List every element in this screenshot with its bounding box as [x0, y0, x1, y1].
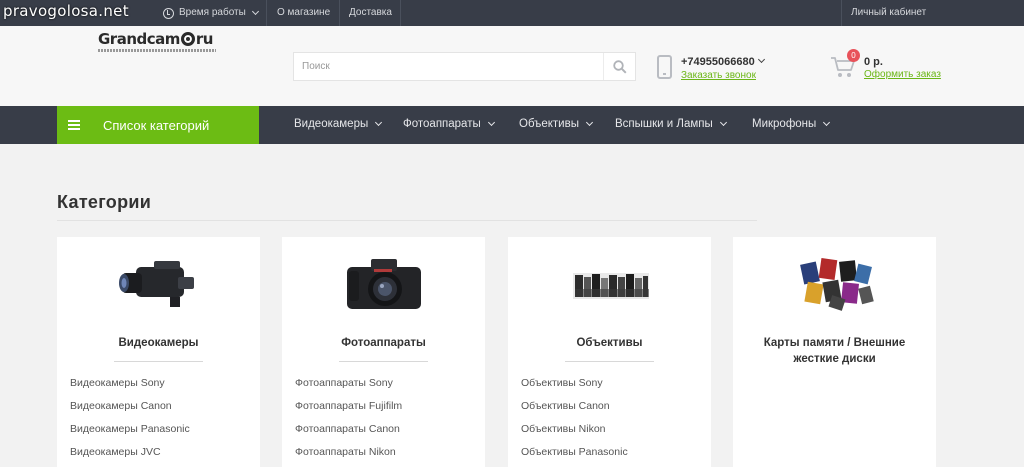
nav-item-cameras[interactable]: Фотоаппараты	[403, 118, 495, 130]
videocamera-image	[118, 261, 194, 307]
subcategory-link[interactable]: Объективы Sony	[521, 377, 603, 389]
clock-icon	[163, 7, 174, 19]
title-underline	[339, 361, 428, 362]
working-hours-dropdown[interactable]: Время работы	[163, 0, 259, 26]
subcategory-link[interactable]: Видеокамеры Sony	[70, 377, 165, 389]
category-card-cameras[interactable]: Фотоаппараты Фотоаппараты Sony Фотоаппар…	[282, 237, 485, 467]
category-title[interactable]: Фотоаппараты	[282, 335, 485, 351]
site-logo[interactable]: Grandcam ru	[98, 30, 218, 52]
category-title[interactable]: Объективы	[508, 335, 711, 351]
title-underline	[565, 361, 654, 362]
main-nav: Список категорий Видеокамеры Фотоаппарат…	[0, 106, 1024, 144]
subcategory-link[interactable]: Объективы Panasonic	[521, 446, 628, 458]
nav-item-label: Видеокамеры	[294, 118, 369, 130]
chevron-down-icon	[487, 118, 495, 127]
search-icon	[612, 59, 627, 74]
nav-item-label: Объективы	[519, 118, 579, 130]
category-card-lenses[interactable]: Объективы Объективы Sony Объективы Canon…	[508, 237, 711, 467]
subcategory-link[interactable]: Фотоаппараты Sony	[295, 377, 393, 389]
chevron-down-icon	[823, 118, 831, 127]
title-underline	[114, 361, 203, 362]
cart-total[interactable]: 0 р.	[864, 56, 883, 68]
category-title[interactable]: Видеокамеры	[57, 335, 260, 351]
category-title[interactable]: Карты памяти / Внешние жесткие диски	[733, 335, 936, 367]
nav-item-videocameras[interactable]: Видеокамеры	[294, 118, 383, 130]
nav-item-lenses[interactable]: Объективы	[519, 118, 594, 130]
about-label: О магазине	[277, 7, 331, 18]
search-input[interactable]	[294, 53, 604, 80]
logo-text-right: ru	[195, 30, 214, 48]
account-link[interactable]: Личный кабинет	[851, 0, 926, 26]
nav-item-label: Вспышки и Лампы	[615, 118, 713, 130]
category-card-videocameras[interactable]: Видеокамеры Видеокамеры Sony Видеокамеры…	[57, 237, 260, 467]
search-button[interactable]	[603, 53, 635, 80]
chevron-down-icon	[375, 118, 383, 127]
divider	[339, 0, 340, 26]
chevron-down-icon	[251, 7, 259, 16]
nav-item-label: Микрофоны	[752, 118, 817, 130]
search-box	[293, 52, 636, 81]
lens-logo-icon	[180, 32, 195, 46]
nav-item-label: Фотоаппараты	[403, 118, 481, 130]
memory-cards-image	[799, 257, 874, 311]
subcategory-link[interactable]: Объективы Canon	[521, 400, 610, 412]
title-divider	[57, 220, 757, 221]
subcategory-link[interactable]: Объективы Nikon	[521, 423, 606, 435]
page-title: Категории	[57, 192, 152, 212]
chevron-down-icon	[719, 118, 727, 127]
subcategory-link[interactable]: Фотоаппараты Canon	[295, 423, 400, 435]
about-link[interactable]: О магазине	[277, 0, 330, 26]
callback-link[interactable]: Заказать звонок	[681, 70, 756, 81]
subcategory-link[interactable]: Видеокамеры Canon	[70, 400, 172, 412]
phone-number[interactable]: +74955066680	[681, 56, 755, 68]
divider	[400, 0, 401, 26]
divider	[266, 0, 267, 26]
categories-menu-button[interactable]: Список категорий	[57, 106, 259, 144]
phone-icon	[657, 55, 672, 79]
subcategory-link[interactable]: Видеокамеры JVC	[70, 446, 161, 458]
subcategory-link[interactable]: Фотоаппараты Fujifilm	[295, 400, 402, 412]
chevron-down-icon	[585, 118, 594, 127]
logo-tagline	[98, 49, 216, 52]
working-hours-label: Время работы	[179, 7, 246, 18]
delivery-link[interactable]: Доставка	[349, 0, 392, 26]
categories-menu-label: Список категорий	[103, 118, 210, 133]
content-area: Категории Видеокамеры Видеокамеры Sony В…	[0, 144, 1024, 467]
checkout-link[interactable]: Оформить заказ	[864, 69, 941, 80]
category-card-memory-cards[interactable]: Карты памяти / Внешние жесткие диски	[733, 237, 936, 467]
account-label: Личный кабинет	[851, 7, 927, 18]
delivery-label: Доставка	[349, 7, 392, 18]
nav-item-flashes[interactable]: Вспышки и Лампы	[615, 118, 727, 130]
top-bar: pravogolosa.net Время работы О магазине …	[0, 0, 1024, 26]
watermark: pravogolosa.net	[3, 2, 129, 20]
subcategory-link[interactable]: Видеокамеры Panasonic	[70, 423, 190, 435]
logo-text-left: Grandcam	[98, 30, 180, 48]
cart-count-badge: 0	[847, 49, 860, 62]
dslr-camera-image	[346, 259, 421, 309]
subcategory-link[interactable]: Фотоаппараты Nikon	[295, 446, 396, 458]
menu-icon	[68, 120, 80, 130]
divider	[841, 0, 842, 26]
lenses-image	[572, 273, 649, 299]
nav-item-microphones[interactable]: Микрофоны	[752, 118, 831, 130]
